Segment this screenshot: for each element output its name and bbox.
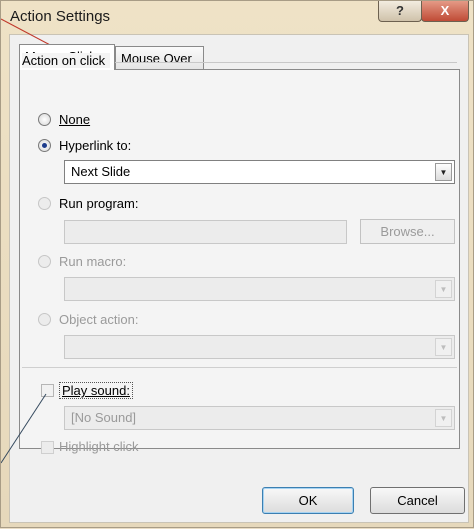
annotation-line-sound [1, 393, 47, 464]
action-settings-dialog: Action Settings ? X Mouse Click Mouse Ov… [0, 0, 474, 528]
action-on-click-label: Action on click [22, 53, 111, 68]
annotation-lines [1, 18, 72, 464]
